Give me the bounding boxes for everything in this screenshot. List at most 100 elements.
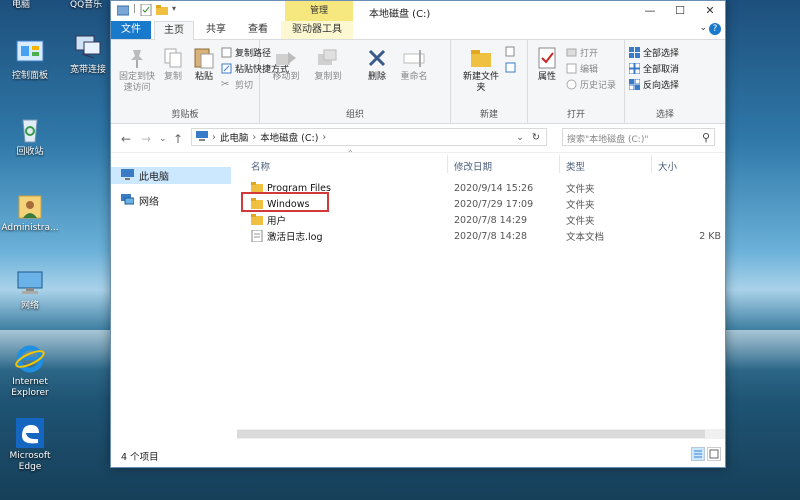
new-folder-button[interactable]: 新建文件夹 [459,46,503,94]
refresh-icon[interactable]: ↻ [532,132,540,143]
file-date: 2020/9/14 15:26 [454,182,534,194]
file-type: 文件夹 [566,216,595,227]
tab-file[interactable]: 文件 [111,21,151,39]
invert-selection-button[interactable]: 反向选择 [628,78,679,91]
recent-dropdown-icon[interactable]: ⌄ [159,134,167,144]
file-date: 2020/7/8 14:28 [454,230,528,242]
copy-button[interactable]: 复制 [159,46,187,83]
breadcrumb-this-pc[interactable]: 此电脑 [220,130,249,144]
column-header-date[interactable]: 修改日期 [454,159,492,173]
file-name: 用户 [267,216,287,227]
desktop-icon-network[interactable]: 网络 [0,268,60,312]
rename-button[interactable]: 重命名 [396,46,432,83]
minimize-button[interactable]: — [635,1,665,21]
desktop-icon-label: 回收站 [16,147,44,157]
nav-item-network[interactable]: 网络 [121,192,233,209]
select-all-button[interactable]: 全部选择 [629,46,679,59]
history-button[interactable]: 历史记录 [566,78,616,91]
address-dropdown-icon[interactable]: ⌄ [516,132,524,143]
maximize-button[interactable]: ☐ [665,1,695,21]
open-button[interactable]: 打开 [566,46,598,59]
collapse-ribbon-icon[interactable]: ⌄ [699,23,707,33]
network-icon [14,268,46,298]
group-label-organize: 组织 [345,110,364,120]
select-all-icon [629,47,640,58]
ribbon-tabs: 文件 主页 共享 查看 驱动器工具 ⌄ ? [111,21,725,41]
properties-button[interactable]: 属性 [532,46,562,83]
user-folder-icon [14,190,46,220]
history-icon [566,79,577,90]
separator-icon: | [133,4,137,14]
edit-button[interactable]: 编辑 [566,62,598,75]
paste-button[interactable]: 粘贴 [189,46,219,83]
desktop-icon-label: Microsoft Edge [9,451,51,472]
network-icon [121,193,135,208]
file-type: 文件夹 [566,184,595,195]
select-all-label: 全部选择 [643,49,680,59]
tab-home[interactable]: 主页 [154,21,194,41]
desktop-label-qqmusic: QQ音乐 [70,0,103,10]
copy-path-icon [221,47,232,58]
close-button[interactable]: ✕ [695,1,725,21]
breadcrumb-drive[interactable]: 本地磁盘 (C:) [260,130,318,144]
select-none-button[interactable]: 全部取消 [628,62,679,75]
column-separator [447,155,448,173]
context-tab-manage[interactable]: 管理 [285,1,353,21]
group-label-clipboard: 剪贴板 [171,110,199,120]
tab-view[interactable]: 查看 [239,21,277,39]
search-placeholder: 搜索"本地磁盘 (C:)" [567,135,649,145]
desktop-icon-label: Internet Explorer [11,377,49,398]
delete-button[interactable]: 删除 [362,46,392,83]
qa-dropdown-icon[interactable]: ▾ [172,4,176,16]
group-label-open: 打开 [566,110,585,120]
table-row[interactable]: 用户 2020/7/8 14:29 文件夹 [251,212,721,228]
cut-button[interactable]: ✂ 剪切 [221,78,253,91]
help-icon[interactable]: ? [709,23,721,35]
copy-to-icon [316,46,340,70]
ribbon-home: 固定到快速访问 复制 粘贴 复制路径 粘贴快捷方式 ✂ 剪切 剪贴板 移动到 复… [111,40,725,124]
address-bar[interactable]: › 此电脑 › 本地磁盘 (C:) › ⌄ ↻ [191,128,547,146]
new-item-button[interactable] [505,46,516,57]
up-arrow-icon[interactable]: ↑ [173,132,183,146]
tab-share[interactable]: 共享 [197,21,235,39]
folder-icon [251,214,263,225]
column-header-name[interactable]: 名称 [251,159,270,173]
nav-item-this-pc[interactable]: 此电脑 [111,167,231,184]
open-label: 打开 [580,49,599,59]
column-header-type[interactable]: 类型 [566,159,585,173]
desktop-icon-admin[interactable]: Administra... [0,190,60,234]
item-count: 4 个项目 [121,452,159,463]
horizontal-scrollbar[interactable] [237,429,725,439]
edge-icon [14,418,46,448]
pin-quick-access-button[interactable]: 固定到快速访问 [115,46,159,94]
desktop-icon-control-panel[interactable]: 控制面板 [0,38,60,82]
tab-drive-tools[interactable]: 驱动器工具 [281,21,353,39]
search-input[interactable]: 搜索"本地磁盘 (C:)" ⚲ [562,128,715,146]
forward-arrow-icon[interactable]: → [141,132,151,146]
large-icons-view-button[interactable] [707,447,721,461]
scrollbar-thumb[interactable] [237,430,705,438]
copy-to-label: 复制到 [314,72,342,82]
group-clipboard: 固定到快速访问 复制 粘贴 复制路径 粘贴快捷方式 ✂ 剪切 剪贴板 [111,40,289,123]
back-arrow-icon[interactable]: ← [121,132,131,146]
column-header-size[interactable]: 大小 [658,159,677,173]
desktop-icon-ie[interactable]: Internet Explorer [0,344,60,399]
delete-label: 删除 [367,72,386,82]
internet-explorer-icon [14,344,46,374]
copy-to-button[interactable]: 复制到 [310,46,346,83]
details-view-button[interactable] [691,447,705,461]
quick-access-toolbar: | ▾ [116,3,176,17]
properties-quick-icon[interactable] [140,3,152,17]
new-folder-quick-icon[interactable] [156,4,169,16]
desktop-icon-broadband[interactable]: 宽带连接 [58,32,118,76]
desktop-icon-label: 宽带连接 [69,65,106,75]
open-icon [566,47,577,58]
sort-indicator-icon: ⌃ [347,149,354,158]
desktop-icon-recycle-bin[interactable]: 回收站 [0,114,60,158]
desktop-icon-edge[interactable]: Microsoft Edge [0,418,60,473]
easy-access-button[interactable] [505,62,516,73]
desktop-icon-label: 控制面板 [11,71,48,81]
explorer-window: | ▾ 管理 本地磁盘 (C:) — ☐ ✕ 文件 主页 共享 查看 驱动器工具… [110,0,726,468]
move-to-button[interactable]: 移动到 [268,46,304,83]
table-row[interactable]: 激活日志.log 2020/7/8 14:28 文本文档 2 KB [251,228,721,244]
